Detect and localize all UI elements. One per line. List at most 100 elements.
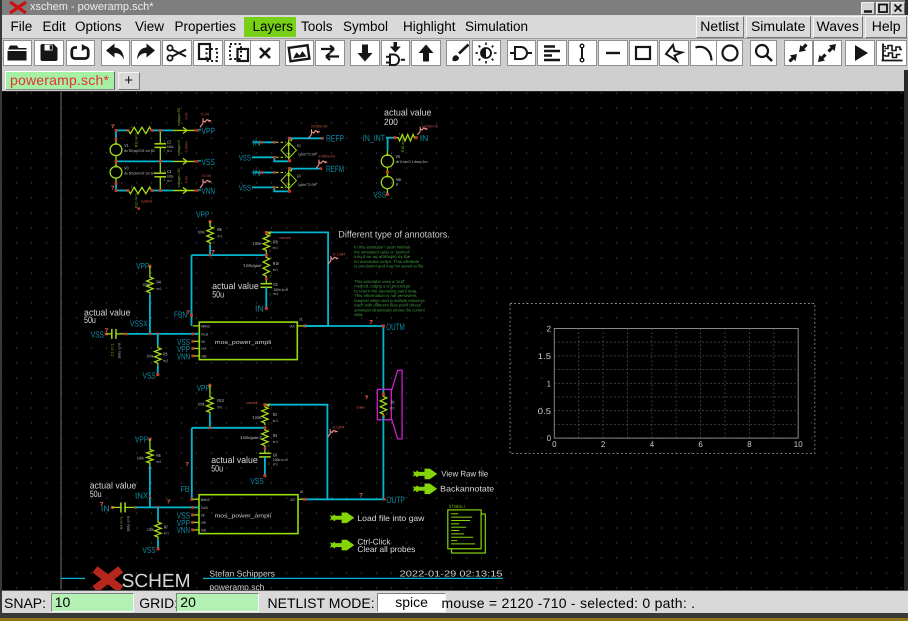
svg-text:MINUS: MINUS xyxy=(201,325,210,329)
svg-text:C1 m=1: C1 m=1 xyxy=(110,344,114,357)
svg-text:m=1: m=1 xyxy=(163,359,168,363)
svg-text:m=1: m=1 xyxy=(157,287,162,291)
svg-text:C6: C6 xyxy=(273,452,278,457)
svg-text:1: 1 xyxy=(131,185,133,189)
svg-text:C4 m=1: C4 m=1 xyxy=(120,517,124,530)
svg-text:R13: R13 xyxy=(217,398,224,403)
svg-text:VSS: VSS xyxy=(142,545,155,555)
svg-text:VB: VB xyxy=(201,340,205,344)
svg-text:R4: R4 xyxy=(157,279,162,284)
svg-text:R7b: R7b xyxy=(273,239,279,244)
svg-text:dc 50 pwl 0 0 1m 50: dc 50 pwl 0 0 1m 50 xyxy=(124,149,154,153)
svg-text:10: 10 xyxy=(794,440,803,449)
svg-text:E0: E0 xyxy=(297,174,302,179)
svg-text:mos_power_ampli: mos_power_ampli xyxy=(215,339,272,346)
svg-text:mos_power_ampli: mos_power_ampli xyxy=(215,512,272,519)
svg-text:R5: R5 xyxy=(163,352,168,357)
svg-text:1: 1 xyxy=(547,379,552,388)
svg-text:VNN: VNN xyxy=(201,529,206,533)
svg-text:V1: V1 xyxy=(124,143,129,148)
svg-text:R2: R2 xyxy=(273,412,278,417)
svg-text:2: 2 xyxy=(213,241,215,245)
svg-text:-0.0043: -0.0043 xyxy=(184,141,188,153)
svg-text:OUTM: OUTM xyxy=(386,322,404,332)
svg-text:VSS: VSS xyxy=(239,183,252,192)
svg-text:VSS: VSS xyxy=(91,329,104,339)
svg-text:2: 2 xyxy=(268,422,270,426)
svg-text:voltage=50: voltage=50 xyxy=(177,108,181,126)
svg-text:VNN: VNN xyxy=(177,525,190,535)
svg-text:'100k': '100k' xyxy=(252,415,263,420)
svg-text:50u: 50u xyxy=(84,315,96,325)
svg-text:m=1: m=1 xyxy=(164,532,169,536)
svg-text:VSS: VSS xyxy=(239,153,252,162)
svg-text:Backannotate: Backannotate xyxy=(440,485,494,494)
svg-text:2: 2 xyxy=(547,325,552,334)
svg-text:1: 1 xyxy=(164,140,166,144)
svg-text:VNN: VNN xyxy=(201,355,206,359)
svg-text:IN: IN xyxy=(253,169,261,178)
svg-text:1: 1 xyxy=(213,224,215,228)
svg-text:V3: V3 xyxy=(396,154,401,159)
svg-text:R10: R10 xyxy=(273,261,280,266)
svg-text:SCHEM: SCHEM xyxy=(122,571,191,590)
svg-text:2: 2 xyxy=(412,132,414,136)
svg-text:1: 1 xyxy=(269,255,271,259)
svg-text:100n ic=0: 100n ic=0 xyxy=(273,458,288,462)
svg-text:100k: 100k xyxy=(142,282,149,287)
svg-text:IN_INT: IN_INT xyxy=(363,133,386,143)
svg-text:2: 2 xyxy=(149,125,151,129)
svg-text:2: 2 xyxy=(601,440,606,449)
svg-text:VSS: VSS xyxy=(250,476,263,486)
svg-text:R12 m=1: R12 m=1 xyxy=(135,194,139,209)
svg-text:m=1: m=1 xyxy=(390,406,395,410)
svg-text:m=1: m=1 xyxy=(273,419,278,423)
svg-text:1: 1 xyxy=(164,169,166,173)
svg-text:x0: x0 xyxy=(300,490,303,494)
svg-text:INX: INX xyxy=(135,491,148,501)
svg-text:m=1: m=1 xyxy=(156,460,161,464)
svg-text:VPP: VPP xyxy=(201,521,207,525)
svg-text:2: 2 xyxy=(269,293,271,297)
svg-text:Different type of annotators.: Different type of annotators. xyxy=(338,230,450,241)
svg-text:PLUS: PLUS xyxy=(201,333,208,337)
svg-text:C2: C2 xyxy=(167,139,172,144)
svg-text:VPP: VPP xyxy=(136,261,149,271)
svg-text:R6: R6 xyxy=(156,453,161,458)
svg-text:1: 1 xyxy=(386,395,388,399)
svg-text:R8: R8 xyxy=(217,227,222,232)
svg-text:current: current xyxy=(279,236,291,240)
svg-text:2: 2 xyxy=(268,462,270,466)
svg-text:m=1: m=1 xyxy=(217,235,222,239)
svg-text:voltage=-50: voltage=-50 xyxy=(177,169,181,188)
svg-text:1: 1 xyxy=(269,280,271,284)
svg-text:is persistent and may be saved: is persistent and may be saved to file. xyxy=(354,264,424,269)
svg-text:dc 50 pwl 0 0 1m 50: dc 50 pwl 0 0 1m 50 xyxy=(124,171,154,175)
svg-text:2: 2 xyxy=(149,185,151,189)
svg-text:'100k': '100k' xyxy=(252,241,263,246)
svg-text:VNN: VNN xyxy=(177,351,190,361)
svg-text:200: 200 xyxy=(384,117,398,127)
svg-text:PLUS: PLUS xyxy=(201,506,208,510)
svg-text:'100k/gain': '100k/gain' xyxy=(243,263,262,268)
svg-text:current: current xyxy=(246,401,258,405)
svg-text:50u: 50u xyxy=(211,463,223,473)
svg-text:IN: IN xyxy=(420,133,429,143)
svg-text:VSS: VSS xyxy=(373,190,386,200)
svg-text:100k: 100k xyxy=(146,354,153,359)
svg-text:-0.04: -0.04 xyxy=(184,176,188,184)
svg-text:2: 2 xyxy=(269,275,271,279)
svg-text:m=1: m=1 xyxy=(273,440,278,444)
svg-text:Stefan Schippers: Stefan Schippers xyxy=(209,568,275,578)
svg-text:100n ic=0: 100n ic=0 xyxy=(273,288,288,292)
svg-text:1: 1 xyxy=(268,428,270,432)
svg-text:'gain'"0.99": 'gain'"0.99" xyxy=(298,183,318,187)
svg-text:OUTP: OUTP xyxy=(386,495,404,505)
svg-text:m=1: m=1 xyxy=(273,462,278,466)
svg-text:VB: VB xyxy=(201,514,205,518)
svg-text:0.5: 0.5 xyxy=(538,407,552,416)
svg-text:m=1: m=1 xyxy=(273,268,278,272)
svg-text:IN: IN xyxy=(253,138,261,147)
svg-text:m=1: m=1 xyxy=(167,149,172,153)
svg-text:STIMULI: STIMULI xyxy=(449,504,465,509)
